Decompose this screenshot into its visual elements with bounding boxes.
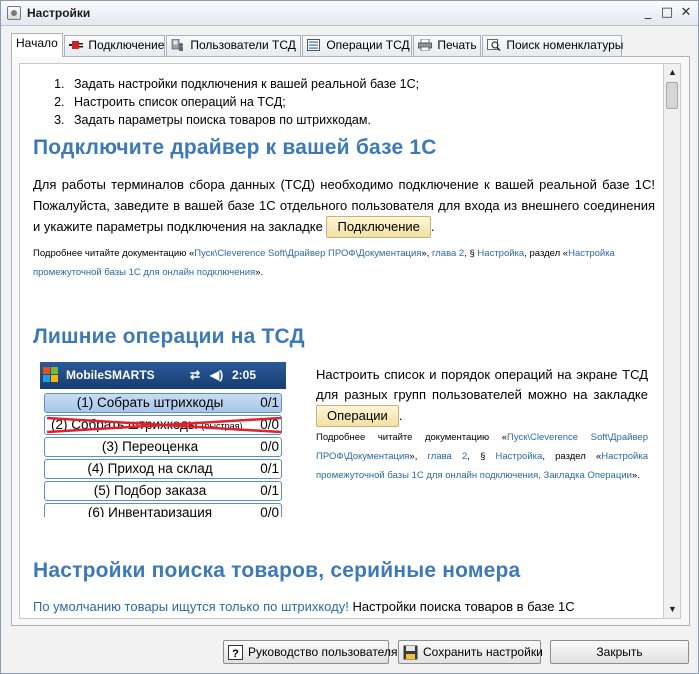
help-icon: ? <box>228 645 243 660</box>
strike-through-mark <box>46 416 282 434</box>
app-icon <box>7 6 21 20</box>
operation-label: (1) Собрать штрихкоды <box>76 395 224 410</box>
operations-tab-button[interactable]: Операции <box>316 405 399 427</box>
connection-tab-button[interactable]: Подключение <box>326 216 431 238</box>
list-item: Задать настройки подключения к вашей реа… <box>68 75 419 93</box>
tab-connection[interactable]: Подключение <box>64 35 165 56</box>
mobile-operation-row: (5) Подбор заказа 0/1 <box>44 481 282 501</box>
operation-label: (6) Инвентаризация <box>87 505 213 517</box>
setup-link[interactable]: Настройка <box>477 248 524 259</box>
operations-text: Настроить список и порядок операций на э… <box>316 367 648 402</box>
search-text: Настройки поиска товаров в базе 1С <box>348 599 575 614</box>
list-icon <box>307 39 320 51</box>
search-paragraph: По умолчанию товары ищутся только по штр… <box>33 596 655 617</box>
save-icon <box>403 645 418 660</box>
volume-icon: ◀) <box>210 368 224 382</box>
user-guide-button[interactable]: ? Руководство пользователя <box>223 640 397 664</box>
mobile-operation-row: (4) Приход на склад 0/1 <box>44 459 282 479</box>
connect-doc-note: Подробнее читайте документацию «Пуск\Cle… <box>33 244 655 282</box>
close-button[interactable]: Закрыть <box>550 640 689 664</box>
operation-count: 0/0 <box>260 439 279 454</box>
operation-count: 0/1 <box>260 461 279 476</box>
scroll-thumb[interactable] <box>666 82 678 109</box>
tab-label: Пользователи ТСД <box>190 38 296 52</box>
tab-panel: Задать настройки подключения к вашей реа… <box>11 56 690 626</box>
note-text: , раздел « <box>524 248 569 259</box>
signal-icon: ⇄ <box>190 368 201 382</box>
period: . <box>430 219 435 234</box>
list-item: Настроить список операций на ТСД; <box>68 93 419 111</box>
doc-path-link[interactable]: Пуск\Cleverence Soft\Драйвер ПРОФ\Докуме… <box>194 248 421 259</box>
vertical-scrollbar[interactable]: ▲ ▼ <box>664 63 681 619</box>
connection-icon <box>69 41 83 49</box>
connect-paragraph: Для работы терминалов сбора данных (ТСД)… <box>33 174 655 238</box>
chapter-link[interactable]: глава 2 <box>428 451 468 462</box>
period: . <box>398 408 403 423</box>
mobile-operation-row-struck: (2) Собрать штрихкоды (быстрая) 0/0 <box>44 415 282 435</box>
note-text: , § <box>464 248 478 259</box>
minimize-button[interactable]: _ <box>640 5 656 21</box>
operation-count: 0/0 <box>260 505 279 517</box>
operations-paragraph: Настроить список и порядок операций на э… <box>316 365 648 427</box>
settings-window: Настройки _ □ ✕ Начало Подключение Польз… <box>0 0 699 674</box>
scroll-down-icon[interactable]: ▼ <box>668 604 677 614</box>
mobile-operation-row: (3) Переоценка 0/0 <box>44 437 282 457</box>
section-heading-operations: Лишние операции на ТСД <box>33 325 305 348</box>
note-text: », <box>421 248 432 259</box>
tab-label: Подключение <box>88 38 165 52</box>
note-text: Подробнее читайте документацию « <box>316 432 508 443</box>
mobile-operation-row: (6) Инвентаризация 0/0 <box>44 503 282 517</box>
setup-steps-list: Задать настройки подключения к вашей реа… <box>68 75 419 129</box>
mobile-time: 2:05 <box>232 368 257 382</box>
section-heading-connect: Подключите драйвер к вашей базе 1С <box>33 136 437 159</box>
tab-tsd-users[interactable]: Пользователи ТСД <box>166 35 301 56</box>
operations-doc-note: Подробнее читайте документацию «Пуск\Cle… <box>316 428 648 485</box>
tab-label: Операции ТСД <box>326 38 410 52</box>
mobile-operation-row: (1) Собрать штрихкоды 0/1 <box>44 393 282 413</box>
printer-icon <box>418 39 432 51</box>
save-settings-button[interactable]: Сохранить настройки <box>398 640 543 664</box>
button-label: Сохранить настройки <box>423 645 543 659</box>
scroll-up-icon[interactable]: ▲ <box>668 67 677 77</box>
title-bar: Настройки _ □ ✕ <box>1 1 698 26</box>
tab-label: Поиск номенклатуры <box>506 38 624 52</box>
mobile-screenshot: MobileSMARTS ⇄ ◀) 2:05 (1) Собрать штрих… <box>40 362 286 517</box>
users-icon <box>171 39 183 51</box>
button-label: Закрыть <box>596 645 643 659</box>
search-default-note: По умолчанию товары ищутся только по штр… <box>33 599 349 614</box>
maximize-button[interactable]: □ <box>659 5 675 21</box>
tab-start[interactable]: Начало <box>11 33 63 57</box>
chapter-link[interactable]: глава 2 <box>432 248 464 259</box>
mobile-app-name: MobileSMARTS <box>66 368 155 382</box>
tab-label: Начало <box>16 36 58 50</box>
list-item: Задать параметры поиска товаров по штрих… <box>68 111 419 129</box>
section-heading-search: Настройки поиска товаров, серийные номер… <box>33 559 521 582</box>
windows-logo-icon <box>43 367 60 384</box>
window-title: Настройки <box>27 6 91 20</box>
operation-count: 0/1 <box>260 483 279 498</box>
search-icon <box>487 39 501 51</box>
svg-text:?: ? <box>232 648 239 660</box>
tab-label: Печать <box>437 38 477 52</box>
note-text: ». <box>631 470 640 481</box>
start-page-content[interactable]: Задать настройки подключения к вашей реа… <box>19 63 664 619</box>
button-label: Руководство пользователя <box>248 645 398 659</box>
tab-item-search[interactable]: Поиск номенклатуры <box>482 35 624 56</box>
close-window-button[interactable]: ✕ <box>678 5 694 21</box>
note-text: , раздел « <box>542 451 602 462</box>
note-text: », <box>409 451 428 462</box>
tab-tsd-operations[interactable]: Операции ТСД <box>302 35 412 56</box>
operation-label: (3) Переоценка <box>101 439 199 454</box>
setup-link[interactable]: Настройка <box>496 451 543 462</box>
tab-print[interactable]: Печать <box>413 35 481 56</box>
operation-label: (5) Подбор заказа <box>93 483 207 498</box>
note-text: Подробнее читайте документацию « <box>33 248 195 259</box>
operation-count: 0/1 <box>260 395 279 410</box>
note-text: ». <box>255 267 264 278</box>
operation-label: (4) Приход на склад <box>87 461 213 476</box>
note-text: , § <box>467 451 496 462</box>
mobile-title-bar: MobileSMARTS ⇄ ◀) 2:05 <box>40 362 286 389</box>
